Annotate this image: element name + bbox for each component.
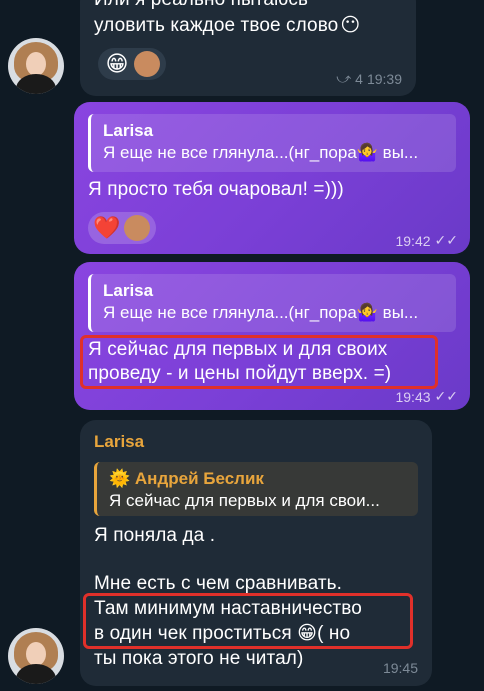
heart-emoji-reaction[interactable]: ❤️ bbox=[93, 215, 120, 241]
message-time: 19:39 bbox=[366, 70, 402, 87]
message-text-line: Или я реально пытаюсь bbox=[94, 0, 308, 12]
reply-sender-name: 🌞 Андрей Беслик bbox=[109, 469, 264, 488]
message-meta: ⤻ 4 19:39 bbox=[336, 70, 402, 87]
reply-text: Я сейчас для первых и для свои... bbox=[109, 491, 380, 510]
message-text-line: проведу - и цены пойдут вверх. =) bbox=[88, 363, 392, 384]
reaction-user-avatar bbox=[134, 51, 160, 77]
sender-avatar[interactable] bbox=[8, 628, 64, 684]
message-time: 19:43 bbox=[395, 388, 431, 405]
sender-avatar[interactable] bbox=[8, 38, 64, 94]
message-bubble-outgoing[interactable]: Larisa Я еще не все глянула...(нг_пора🤷‍… bbox=[74, 102, 470, 254]
emoji: 😶 bbox=[340, 15, 361, 36]
message-meta: 19:42 ✓✓ bbox=[395, 232, 458, 249]
reply-text: Я еще не все глянула...(нг_пора🤷‍♀️ вы..… bbox=[103, 303, 419, 322]
message-text-line: уловить каждое твое слово 😶 bbox=[94, 15, 361, 36]
message-text-line: Я сейчас для первых и для своих bbox=[88, 339, 388, 360]
reply-preview[interactable]: Larisa Я еще не все глянула...(нг_пора🤷‍… bbox=[88, 274, 456, 332]
message-text-line: Мне есть с чем сравнивать. bbox=[94, 573, 343, 594]
reply-sender-name: Larisa bbox=[103, 121, 154, 140]
sender-name[interactable]: Larisa bbox=[94, 432, 144, 452]
message-text-line: Я поняла да . bbox=[94, 525, 216, 546]
forward-count: 4 bbox=[355, 70, 363, 87]
reply-text: Я еще не все глянула...(нг_пора🤷‍♀️ вы..… bbox=[103, 143, 419, 162]
message-meta: 19:45 bbox=[383, 660, 418, 676]
reply-preview[interactable]: 🌞 Андрей Беслик Я сейчас для первых и дл… bbox=[94, 462, 418, 516]
reply-sender-name: Larisa bbox=[103, 281, 154, 300]
message-bubble-incoming[interactable]: Или я реально пытаюсь уловить каждое тво… bbox=[80, 0, 416, 96]
message-text: Я просто тебя очаровал! =))) bbox=[88, 179, 344, 200]
reaction-user-avatar bbox=[124, 215, 150, 241]
sun-emoji: 🌞 bbox=[109, 469, 131, 488]
message-bubble-outgoing[interactable]: Larisa Я еще не все глянула...(нг_пора🤷‍… bbox=[74, 262, 470, 410]
reactions-bar[interactable]: 😁 bbox=[98, 48, 166, 80]
message-meta: 19:43 ✓✓ bbox=[395, 388, 458, 405]
grin-emoji-reaction[interactable]: 😁 bbox=[104, 51, 130, 77]
forward-icon: ⤻ bbox=[336, 70, 352, 86]
double-check-icon: ✓✓ bbox=[434, 232, 458, 248]
reply-preview[interactable]: Larisa Я еще не все глянула...(нг_пора🤷‍… bbox=[88, 114, 456, 172]
double-check-icon: ✓✓ bbox=[434, 388, 458, 404]
message-text-line: ты пока этого не читал) bbox=[94, 648, 304, 669]
message-time: 19:45 bbox=[382, 660, 418, 676]
reactions-bar[interactable]: ❤️ bbox=[88, 212, 156, 244]
message-text-line: Там минимум наставничество bbox=[94, 598, 362, 619]
message-text-line: в один чек проститься 😁( но bbox=[94, 623, 351, 644]
message-bubble-incoming[interactable]: Larisa 🌞 Андрей Беслик Я сейчас для перв… bbox=[80, 420, 432, 686]
message-time: 19:42 bbox=[395, 232, 431, 249]
